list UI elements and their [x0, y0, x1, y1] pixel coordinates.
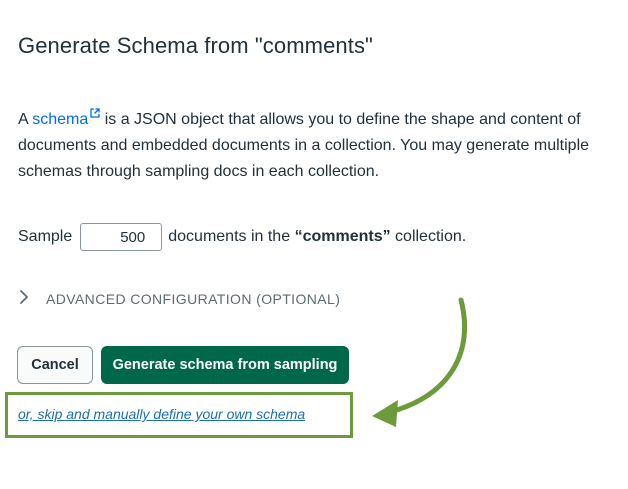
collection-name: “comments” [294, 228, 391, 245]
advanced-configuration-label: ADVANCED CONFIGURATION (OPTIONAL) [46, 291, 341, 307]
sample-size-input[interactable] [80, 223, 163, 251]
skip-define-schema-link[interactable]: or, skip and manually define your own sc… [18, 406, 305, 422]
description-prefix: A [18, 111, 33, 128]
cancel-button[interactable]: Cancel [17, 346, 93, 384]
sample-row: Sample documents in the “comments” colle… [18, 222, 466, 252]
sample-label: Sample [18, 228, 73, 245]
schema-description: A schema is a JSON object that allows yo… [18, 101, 624, 185]
generate-schema-button[interactable]: Generate schema from sampling [101, 346, 349, 384]
page-title: Generate Schema from "comments" [18, 33, 373, 58]
advanced-configuration-toggle[interactable]: ADVANCED CONFIGURATION (OPTIONAL) [18, 288, 340, 310]
description-suffix: is a JSON object that allows you to defi… [18, 111, 590, 180]
sample-after-text: documents in the [168, 228, 291, 245]
schema-link[interactable]: schema [32, 111, 88, 128]
external-link-icon [90, 101, 100, 127]
sample-end-text: collection. [395, 228, 467, 245]
chevron-right-icon [18, 289, 30, 310]
